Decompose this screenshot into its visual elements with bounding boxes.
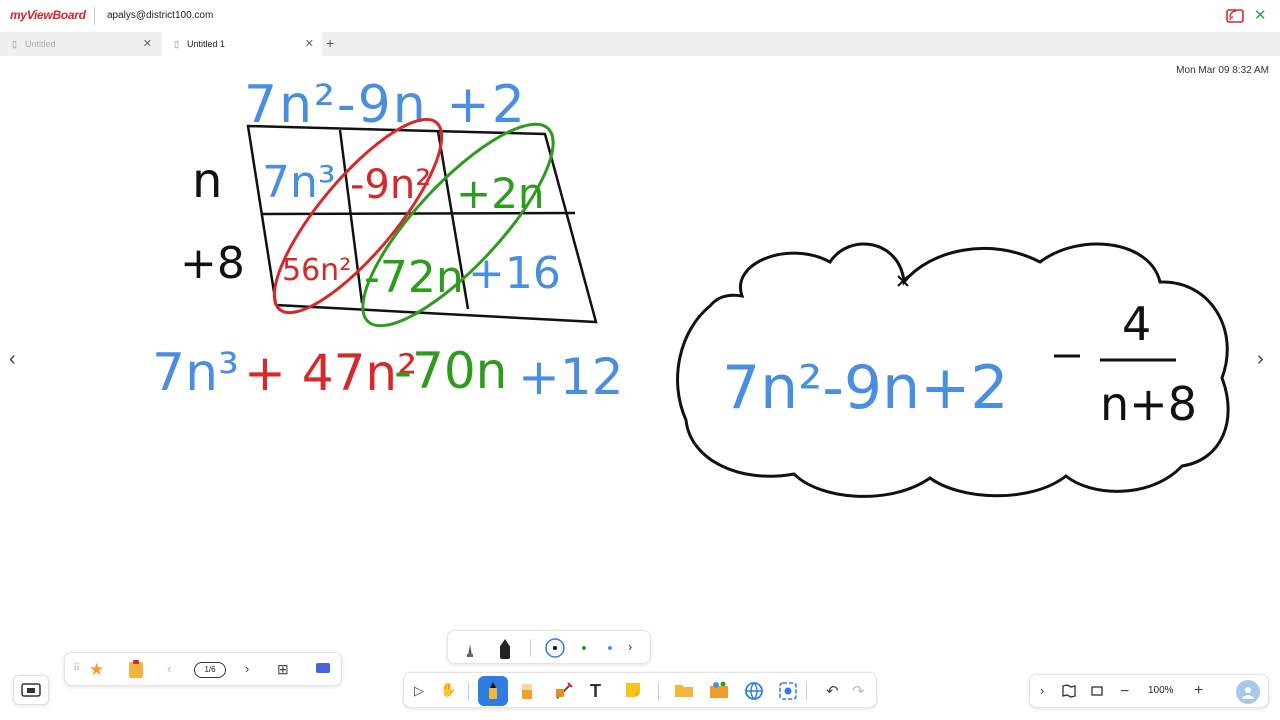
- eraser-icon[interactable]: [520, 681, 534, 701]
- capture-button[interactable]: [13, 675, 49, 705]
- zoom-level: 100%: [1148, 685, 1174, 696]
- tab-untitled[interactable]: ▯ Untitled ✕: [0, 32, 160, 56]
- cell-plus2n: +2n: [456, 169, 545, 218]
- pen-tool-icon[interactable]: [478, 676, 508, 706]
- divider: [530, 639, 531, 657]
- result-term-3: -70n: [394, 342, 507, 400]
- collapse-icon[interactable]: ✕: [1254, 6, 1267, 24]
- cell-minus9n2: -9n²: [350, 162, 431, 208]
- select-cursor-icon[interactable]: ▷: [414, 683, 424, 699]
- divider: [468, 682, 469, 700]
- green-color-swatch[interactable]: [574, 638, 594, 658]
- app-logo: myViewBoard: [10, 8, 86, 22]
- expand-chevron-icon[interactable]: ›: [1040, 683, 1044, 698]
- result-term-1: 7n³: [152, 343, 239, 403]
- more-colors-chevron-icon[interactable]: ›: [628, 639, 632, 654]
- hand-pan-icon[interactable]: ✋: [440, 682, 456, 698]
- drag-handle-icon[interactable]: ⠿: [73, 663, 80, 674]
- result-term-2: + 47n²: [244, 344, 417, 402]
- add-page-icon[interactable]: ⊞: [277, 661, 289, 678]
- close-tab-icon[interactable]: ✕: [143, 37, 152, 50]
- remainder-denominator: n+8: [1100, 377, 1197, 431]
- top-bar: myViewBoard apalys@district100.com ✕: [0, 0, 1280, 32]
- blue-color-swatch[interactable]: [600, 638, 620, 658]
- web-browser-icon[interactable]: [744, 681, 764, 701]
- divider: [94, 7, 95, 25]
- quotient-expression: 7n²-9n+2: [722, 353, 1009, 423]
- tab-label: Untitled 1: [186, 39, 225, 49]
- capture-icon: [21, 683, 41, 697]
- embed-tools-icon[interactable]: [708, 680, 730, 700]
- pen-options-panel: ›: [447, 630, 651, 664]
- shape-tool-icon[interactable]: [554, 681, 574, 701]
- row-label-n: n: [192, 153, 222, 209]
- user-avatar[interactable]: [1236, 680, 1260, 704]
- prev-page-chevron-icon[interactable]: ‹: [167, 661, 171, 676]
- divider: [806, 682, 807, 700]
- screen-capture-icon[interactable]: [778, 681, 798, 701]
- sticky-note-icon[interactable]: [624, 681, 642, 699]
- document-icon: ▯: [174, 38, 179, 49]
- close-tab-icon[interactable]: ✕: [305, 37, 314, 50]
- cell-56n2: 56n²: [282, 253, 351, 288]
- document-icon: ▯: [12, 38, 17, 49]
- map-icon[interactable]: [1062, 684, 1076, 698]
- tab-bar: ▯ Untitled ✕ ▯ Untitled 1 ✕ +: [0, 32, 1280, 56]
- tab-label: Untitled: [24, 39, 56, 49]
- page-navigation-panel: ⠿ ★ ‹ 1/6 › ⊞: [64, 652, 342, 686]
- remainder-numerator: 4: [1122, 297, 1151, 351]
- add-tab-button[interactable]: +: [326, 35, 334, 51]
- marker-pen-icon[interactable]: [496, 637, 514, 661]
- result-term-4: +12: [518, 348, 624, 406]
- cast-icon[interactable]: [1226, 8, 1244, 24]
- row-label-plus8: +8: [180, 238, 245, 289]
- text-tool-icon[interactable]: T: [590, 681, 601, 702]
- user-email: apalys@district100.com: [107, 10, 214, 21]
- previous-page-arrow[interactable]: ‹: [9, 348, 16, 371]
- divider: [658, 682, 659, 700]
- zoom-in-icon[interactable]: +: [1194, 682, 1203, 700]
- next-page-arrow[interactable]: ›: [1257, 348, 1264, 371]
- folder-icon[interactable]: [674, 681, 694, 699]
- cell-7n3: 7n³: [262, 157, 336, 208]
- fine-pen-icon[interactable]: [464, 640, 476, 658]
- zoom-panel: › − 100% +: [1029, 674, 1269, 708]
- page-indicator[interactable]: 1/6: [194, 662, 226, 678]
- cell-plus16: +16: [468, 248, 561, 299]
- fit-screen-icon[interactable]: [1090, 684, 1104, 698]
- clipboard-icon[interactable]: [127, 659, 145, 679]
- next-page-chevron-icon[interactable]: ›: [245, 661, 249, 676]
- green-diagonal-oval: [361, 122, 555, 328]
- black-color-swatch[interactable]: [545, 638, 565, 658]
- tab-untitled-1[interactable]: ▯ Untitled 1 ✕: [162, 32, 322, 56]
- redo-icon[interactable]: ↷: [852, 682, 865, 700]
- star-icon[interactable]: ★: [89, 660, 104, 680]
- zoom-out-icon[interactable]: −: [1120, 683, 1129, 701]
- whiteboard-canvas[interactable]: 7n²-9n +2 n +8 7n³ -9n² +2n 56n² -72n +1…: [0, 56, 1280, 656]
- main-toolbar: ▷ ✋ T ↶ ↷: [403, 672, 877, 708]
- undo-icon[interactable]: ↶: [826, 682, 839, 700]
- page-overview-icon[interactable]: [315, 662, 331, 674]
